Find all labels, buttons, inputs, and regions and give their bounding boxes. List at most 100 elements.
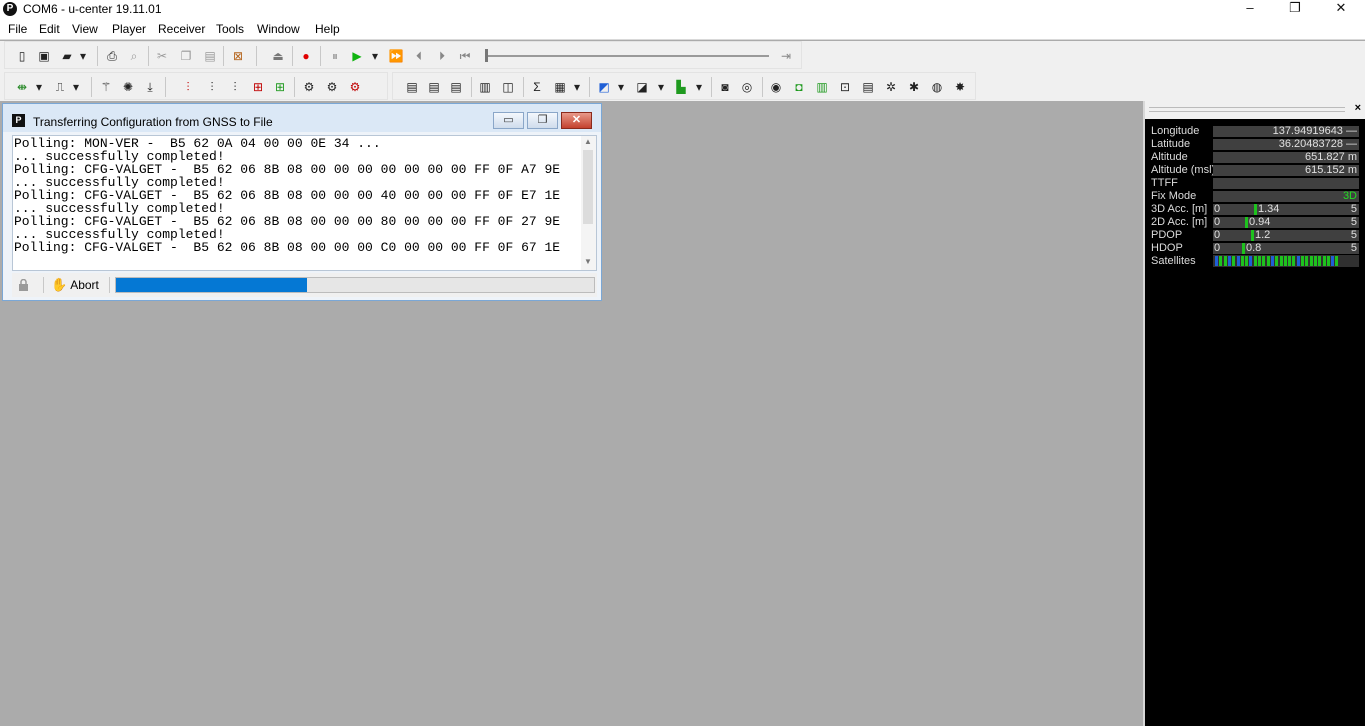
chevron-down-icon[interactable]: ▾: [615, 78, 627, 96]
panel-grip[interactable]: [1149, 107, 1345, 112]
eject-icon[interactable]: ⏏: [269, 47, 287, 65]
camera-view-icon[interactable]: ◙: [716, 78, 734, 96]
abort-label: Abort: [70, 278, 99, 292]
save-icon[interactable]: ▣: [35, 47, 53, 65]
open-folder-icon[interactable]: ▰: [58, 47, 76, 65]
window-title: COM6 - u-center 19.11.01: [23, 2, 162, 16]
transfer-progress-bar: [115, 277, 595, 293]
scroll-up-icon[interactable]: ▲: [584, 137, 592, 146]
menu-tools[interactable]: Tools: [216, 22, 244, 36]
pause-icon[interactable]: ⏸: [326, 47, 344, 65]
data-view-icon[interactable]: ▤: [859, 78, 877, 96]
autobaud-wand-icon[interactable]: ⚚: [97, 78, 115, 96]
view-text-icon[interactable]: ▤: [403, 78, 421, 96]
scrollbar-thumb[interactable]: [583, 150, 593, 224]
baudrate-icon[interactable]: ⎍: [51, 78, 69, 96]
print-preview-icon[interactable]: ⌕: [125, 47, 143, 65]
pdop-min: 0: [1214, 229, 1221, 241]
statistics-sigma-icon[interactable]: Σ: [528, 78, 546, 96]
chevron-down-icon[interactable]: ▾: [33, 78, 45, 96]
info-row-altitude: Altitude 651.827 m: [1151, 151, 1359, 164]
message-poll-icon[interactable]: ⊞: [249, 78, 267, 96]
transfer-log[interactable]: Polling: MON-VER - B5 62 0A 04 00 00 0E …: [12, 135, 597, 271]
cut-icon[interactable]: ✂: [153, 47, 171, 65]
menu-help[interactable]: Help: [315, 22, 340, 36]
view-binary-icon[interactable]: ▤: [447, 78, 465, 96]
chevron-down-icon[interactable]: ▾: [693, 78, 705, 96]
acc3d-bar: 0 1.34 5: [1213, 203, 1359, 215]
constellation-view-icon[interactable]: ✱: [905, 78, 923, 96]
dialog-restore-button[interactable]: ❐: [527, 112, 558, 129]
clear-icon[interactable]: ⊠: [229, 47, 247, 65]
chevron-down-icon[interactable]: ▾: [571, 78, 583, 96]
config-gear-icon[interactable]: ⚙: [300, 78, 318, 96]
maximize-button[interactable]: ❐: [1272, 0, 1318, 18]
cold-start-icon[interactable]: ⫶: [226, 78, 244, 96]
record-icon[interactable]: ●: [297, 47, 315, 65]
view-packet-icon[interactable]: ▤: [425, 78, 443, 96]
clock-view-icon[interactable]: ⊡: [836, 78, 854, 96]
menu-player[interactable]: Player: [112, 22, 146, 36]
chevron-down-icon[interactable]: ▾: [77, 47, 89, 65]
fast-forward-icon[interactable]: ⏩: [387, 47, 405, 65]
chart-view-icon[interactable]: ◪: [633, 78, 651, 96]
map-view-icon[interactable]: ◩: [595, 78, 613, 96]
compass-view-icon[interactable]: ◘: [790, 78, 808, 96]
histogram-view-icon[interactable]: ▙: [672, 78, 690, 96]
skip-to-start-icon[interactable]: ⏮: [456, 47, 474, 65]
chevron-down-icon[interactable]: ▾: [369, 47, 381, 65]
copy-icon[interactable]: ❐: [177, 47, 195, 65]
connection-icon[interactable]: ⇼: [13, 78, 31, 96]
scroll-down-icon[interactable]: ▼: [584, 257, 592, 266]
signal-view-icon[interactable]: ▥: [813, 78, 831, 96]
pdop-label: PDOP: [1151, 229, 1183, 241]
warm-start-icon[interactable]: ⫶: [203, 78, 221, 96]
new-file-icon[interactable]: ▯: [13, 47, 31, 65]
debug-icon[interactable]: ✺: [119, 78, 137, 96]
config-save-gear-icon[interactable]: ⚙: [323, 78, 341, 96]
star-view-icon[interactable]: ✲: [882, 78, 900, 96]
footer-separator: [43, 277, 44, 293]
table-view-icon[interactable]: ▦: [551, 78, 569, 96]
dialog-minimize-button[interactable]: ▭: [493, 112, 524, 129]
chevron-down-icon[interactable]: ▾: [70, 78, 82, 96]
menu-view[interactable]: View: [72, 22, 98, 36]
menu-edit[interactable]: Edit: [39, 22, 60, 36]
toolbar-receiver: ⇼ ▾ ⎍ ▾ ⚚ ✺ ⤓ ⫶ ⫶ ⫶ ⊞ ⊞ ⚙ ⚙ ⚙: [4, 72, 388, 100]
message-enable-icon[interactable]: ⊞: [271, 78, 289, 96]
panel-close-icon[interactable]: ×: [1355, 102, 1361, 114]
speedometer-view-icon[interactable]: ◍: [928, 78, 946, 96]
toolbar-separator: [165, 77, 166, 97]
chevron-down-icon[interactable]: ▾: [655, 78, 667, 96]
menu-file[interactable]: File: [8, 22, 27, 36]
info-row-latitude: Latitude 36.20483728 —: [1151, 138, 1359, 151]
playback-slider[interactable]: [485, 55, 769, 57]
paste-icon[interactable]: ▤: [201, 47, 219, 65]
acc3d-value: 1.34: [1258, 203, 1280, 215]
download-icon[interactable]: ⤓: [141, 78, 159, 96]
play-icon[interactable]: ▶: [348, 47, 366, 65]
playback-slider-thumb[interactable]: [485, 49, 488, 62]
menu-bar: File Edit View Player Receiver Tools Win…: [0, 18, 1365, 40]
hdop-marker: [1242, 243, 1245, 254]
hot-start-icon[interactable]: ⫶: [179, 78, 197, 96]
minimize-button[interactable]: –: [1227, 0, 1273, 18]
close-button[interactable]: ✕: [1318, 0, 1364, 18]
deviation-map-icon[interactable]: ◎: [738, 78, 756, 96]
config-reset-gear-icon[interactable]: ⚙: [346, 78, 364, 96]
satellite-bar: [1326, 256, 1330, 266]
satellite-bar: [1322, 256, 1326, 266]
radar-view-icon[interactable]: ✸: [951, 78, 969, 96]
view-messages-icon[interactable]: ▥: [476, 78, 494, 96]
dialog-close-button[interactable]: ✕: [561, 112, 592, 129]
skip-to-end-icon[interactable]: ⇥: [777, 47, 795, 65]
step-forward-icon[interactable]: ⏵: [433, 47, 451, 65]
menu-window[interactable]: Window: [257, 22, 300, 36]
log-scrollbar[interactable]: ▲ ▼: [581, 136, 596, 270]
menu-receiver[interactable]: Receiver: [158, 22, 205, 36]
print-icon[interactable]: ⎙: [103, 47, 121, 65]
abort-button[interactable]: ✋ Abort: [51, 276, 99, 294]
view-split-icon[interactable]: ◫: [499, 78, 517, 96]
sky-view-icon[interactable]: ◉: [767, 78, 785, 96]
step-back-icon[interactable]: ⏴: [410, 47, 428, 65]
